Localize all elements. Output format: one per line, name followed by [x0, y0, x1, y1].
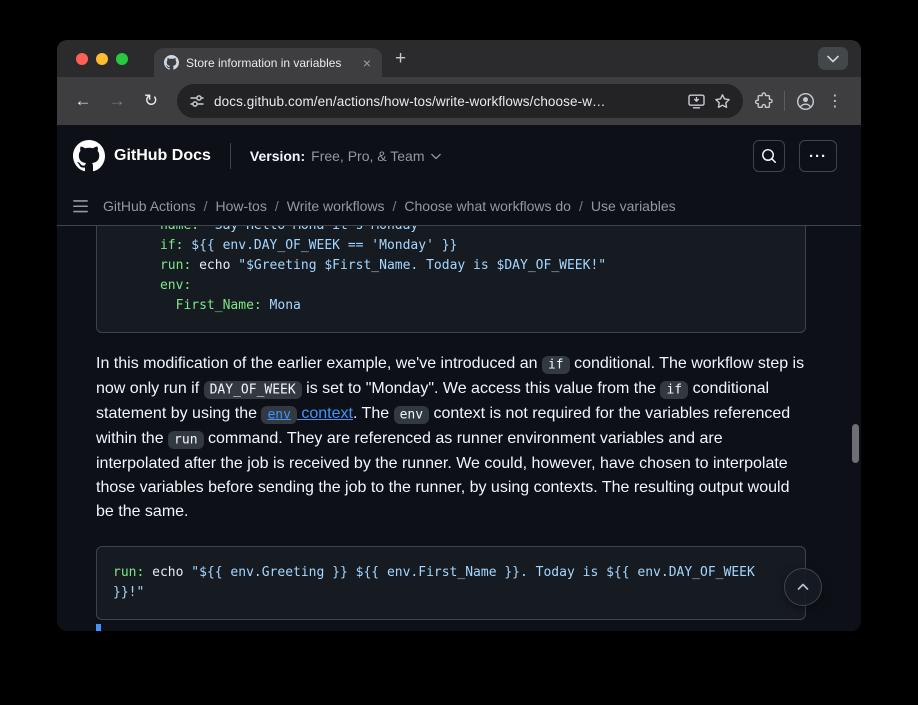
inline-code: DAY_OF_WEEK	[204, 381, 302, 399]
breadcrumb-separator: /	[393, 198, 397, 214]
env-context-link[interactable]: env context	[261, 405, 353, 422]
reload-button[interactable]: ↻	[137, 87, 165, 115]
address-bar[interactable]: docs.github.com/en/actions/how-tos/write…	[177, 84, 743, 118]
browser-tab[interactable]: Store information in variables ×	[154, 48, 382, 77]
inline-code: run	[168, 431, 203, 449]
breadcrumb-link[interactable]: Choose what workflows do	[404, 198, 571, 214]
site-settings-icon[interactable]	[189, 93, 205, 109]
header-divider	[230, 143, 231, 169]
version-picker[interactable]: Free, Pro, & Team	[311, 148, 424, 164]
breadcrumb-separator: /	[579, 198, 583, 214]
desktop-background: Store information in variables × + ← → ↻	[0, 0, 918, 705]
header-actions: ···	[753, 140, 837, 172]
browser-menu-icon[interactable]: ⋮	[821, 87, 849, 115]
menu-hamburger-icon[interactable]	[72, 198, 89, 215]
tab-close-icon[interactable]: ×	[361, 55, 373, 71]
back-to-top-button[interactable]	[784, 568, 822, 606]
zoom-window-button[interactable]	[116, 53, 128, 65]
browser-toolbar: ← → ↻ docs.github.com/en/actions/how-tos…	[57, 77, 861, 125]
code-line: env:	[113, 276, 789, 296]
close-window-button[interactable]	[76, 53, 88, 65]
breadcrumb-separator: /	[275, 198, 279, 214]
install-page-icon[interactable]	[688, 94, 705, 109]
breadcrumb-separator: /	[204, 198, 208, 214]
code-line: First_Name: Mona	[113, 296, 789, 316]
paragraph-text: is set to "Monday". We access this value…	[302, 380, 661, 397]
paragraph-text: In this modification of the earlier exam…	[96, 355, 542, 372]
article-paragraph: In this modification of the earlier exam…	[96, 352, 806, 524]
partial-element	[96, 624, 101, 631]
profile-icon[interactable]	[796, 92, 815, 111]
new-tab-button[interactable]: +	[395, 49, 406, 68]
more-options-button[interactable]: ···	[799, 140, 837, 172]
code-line: - name: "Say Hello Mona it's Monday"	[113, 226, 789, 236]
inline-code: env	[394, 406, 429, 424]
bookmark-star-icon[interactable]	[714, 93, 731, 110]
code-block-yaml: - name: "Say Hello Mona it's Monday" if:…	[96, 226, 806, 333]
tab-title: Store information in variables	[186, 56, 354, 70]
breadcrumb-link[interactable]: How-tos	[216, 198, 267, 214]
version-label: Version:	[250, 148, 305, 164]
tab-search-chevron-button[interactable]	[818, 47, 848, 70]
breadcrumb-link[interactable]: Use variables	[591, 198, 676, 214]
minimize-window-button[interactable]	[96, 53, 108, 65]
chevron-down-icon[interactable]	[431, 153, 441, 160]
code-line: run: echo "${{ env.Greeting }} ${{ env.F…	[113, 563, 789, 603]
breadcrumb-link[interactable]: Write workflows	[287, 198, 385, 214]
inline-code: if	[542, 356, 570, 374]
extensions-icon[interactable]	[755, 92, 773, 110]
search-button[interactable]	[753, 140, 785, 172]
inline-code: if	[660, 381, 688, 399]
code-line: if: ${{ env.DAY_OF_WEEK == 'Monday' }}	[113, 236, 789, 256]
code-line: run: echo "$Greeting $First_Name. Today …	[113, 256, 789, 276]
paragraph-text: . The	[353, 405, 394, 422]
forward-button[interactable]: →	[103, 87, 131, 115]
site-title[interactable]: GitHub Docs	[114, 147, 211, 165]
breadcrumb-link[interactable]: GitHub Actions	[103, 198, 196, 214]
tab-strip: Store information in variables × +	[57, 40, 861, 77]
toolbar-separator	[784, 91, 785, 111]
breadcrumb-bar: GitHub Actions / How-tos / Write workflows / C…	[57, 187, 861, 226]
url-text[interactable]: docs.github.com/en/actions/how-tos/write…	[214, 94, 679, 109]
site-header: GitHub Docs Version: Free, Pro, & Team ·…	[57, 125, 861, 187]
article-content: - name: "Say Hello Mona it's Monday" if:…	[57, 226, 861, 631]
browser-window: Store information in variables × + ← → ↻	[57, 40, 861, 631]
tab-favicon-github-icon	[163, 55, 179, 71]
code-block-run: run: echo "${{ env.Greeting }} ${{ env.F…	[96, 546, 806, 620]
github-logo-icon[interactable]	[73, 140, 105, 172]
back-button[interactable]: ←	[69, 87, 97, 115]
scrollbar-thumb[interactable]	[852, 424, 859, 463]
breadcrumb: GitHub Actions / How-tos / Write workflows / C…	[103, 198, 676, 214]
window-controls	[57, 53, 138, 65]
